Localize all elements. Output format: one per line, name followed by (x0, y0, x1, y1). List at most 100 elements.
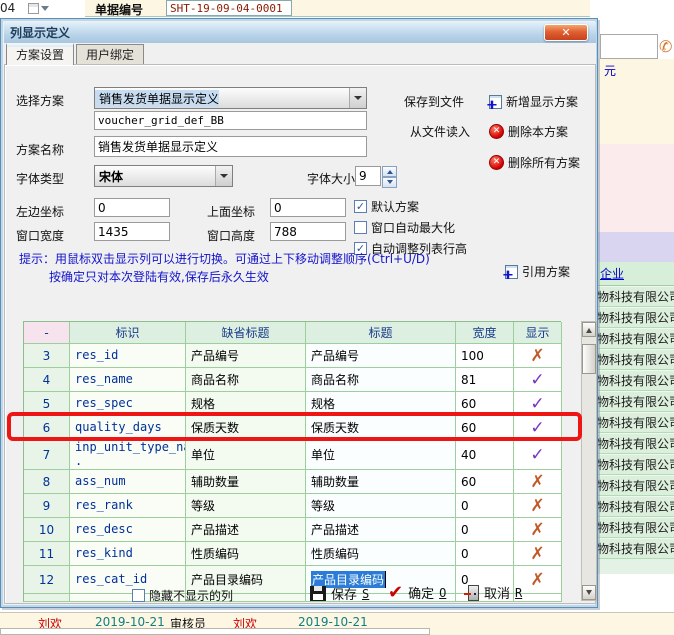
table-cell-rownum[interactable]: 6 (24, 416, 70, 440)
table-cell-title[interactable]: 规格 (306, 392, 456, 416)
font-size-input[interactable]: 9 (355, 166, 381, 186)
hidden-cross-icon[interactable]: ✗ (514, 542, 562, 566)
top-coord-input[interactable]: 0 (270, 198, 346, 217)
company-row[interactable]: 物科技有限公司 (597, 391, 674, 412)
table-header-5[interactable]: 显示 (514, 322, 562, 344)
grid-dropdown-icon[interactable] (28, 2, 52, 15)
table-cell-width[interactable]: 81 (456, 368, 514, 392)
save-to-file-link[interactable]: 保存到文件 (404, 93, 464, 110)
company-row[interactable]: 物科技有限公司 (597, 433, 674, 454)
table-cell-default-title[interactable]: 辅助数量 (186, 470, 306, 494)
font-type-dropdown[interactable]: 宋体 (94, 165, 233, 187)
window-width-input[interactable]: 1435 (94, 222, 170, 241)
table-cell-rownum[interactable]: 10 (24, 518, 70, 542)
table-header-2[interactable]: 缺省标题 (186, 322, 306, 344)
scroll-up-icon[interactable] (582, 322, 596, 337)
company-column-header[interactable]: 企业 (597, 262, 674, 286)
window-height-input[interactable]: 788 (270, 222, 346, 241)
table-cell-field-id[interactable]: res_kind (70, 542, 186, 566)
close-button[interactable]: ✕ (544, 24, 588, 41)
scrollbar-thumb[interactable] (582, 344, 596, 374)
shown-check-icon[interactable]: ✓ (514, 416, 562, 440)
table-cell-rownum[interactable]: 4 (24, 368, 70, 392)
table-scrollbar[interactable] (581, 321, 597, 601)
table-cell-width[interactable]: 40 (456, 440, 514, 470)
doc-no-field[interactable]: SHT-19-09-04-0001 (166, 0, 292, 16)
checkbox-default-scheme[interactable]: ✓ 默认方案 (354, 198, 419, 215)
table-cell-title[interactable]: 单位 (306, 440, 456, 470)
table-cell-title[interactable]: 性质编码 (306, 542, 456, 566)
company-row[interactable]: 物科技有限公司 (597, 538, 674, 559)
table-cell-field-id[interactable]: res_rank (70, 494, 186, 518)
delete-scheme-button[interactable]: 删除本方案 (489, 123, 568, 140)
table-cell-rownum[interactable]: 5 (24, 392, 70, 416)
table-cell-title[interactable]: 保质天数 (306, 416, 456, 440)
table-cell-rownum[interactable]: 3 (24, 344, 70, 368)
left-coord-input[interactable]: 0 (94, 198, 170, 217)
background-input[interactable] (600, 34, 658, 59)
company-row[interactable]: 物科技有限公司 (597, 370, 674, 391)
hidden-cross-icon[interactable]: ✗ (514, 518, 562, 542)
dialog-titlebar[interactable]: 列显示定义 ✕ (4, 22, 596, 43)
chevron-down-icon[interactable] (349, 88, 366, 108)
company-row[interactable]: 物科技有限公司 (597, 328, 674, 349)
table-cell-rownum[interactable]: 9 (24, 494, 70, 518)
tab-user-binding[interactable]: 用户绑定 (76, 44, 144, 65)
table-cell-field-id[interactable]: res_desc (70, 518, 186, 542)
company-row[interactable]: 物科技有限公司 (597, 307, 674, 328)
table-cell-title[interactable]: 辅助数量 (306, 470, 456, 494)
table-cell-width[interactable]: 60 (456, 470, 514, 494)
checkbox-auto-maximize[interactable]: 窗口自动最大化 (354, 219, 455, 236)
table-header-4[interactable]: 宽度 (456, 322, 514, 344)
hidden-cross-icon[interactable]: ✗ (514, 470, 562, 494)
company-row[interactable]: 物科技有限公司 (597, 496, 674, 517)
table-cell-width[interactable]: 0 (456, 518, 514, 542)
table-header-0[interactable]: - (24, 322, 70, 344)
table-cell-rownum[interactable]: 7 (24, 440, 70, 470)
read-from-file-link[interactable]: 从文件读入 (410, 123, 470, 140)
hide-hidden-columns-checkbox[interactable]: 隐藏不显示的列 (132, 587, 233, 604)
company-row[interactable]: 物科技有限公司 (597, 475, 674, 496)
table-cell-title[interactable]: 产品编号 (306, 344, 456, 368)
table-cell-title[interactable]: 商品名称 (306, 368, 456, 392)
scroll-down-icon[interactable] (582, 585, 596, 600)
save-button[interactable]: 保存 S (310, 584, 369, 603)
table-cell-width[interactable]: 0 (456, 542, 514, 566)
add-scheme-button[interactable]: 新增显示方案 (489, 93, 578, 110)
company-row[interactable]: 物科技有限公司 (597, 286, 674, 307)
company-row[interactable]: 物科技有限公司 (597, 454, 674, 475)
company-row[interactable]: 物科技有限公司 (597, 517, 674, 538)
table-cell-width[interactable]: 100 (456, 344, 514, 368)
table-cell-default-title[interactable]: 保质天数 (186, 416, 306, 440)
reference-scheme-button[interactable]: 引用方案 (505, 263, 570, 280)
table-cell-rownum[interactable]: 12 (24, 566, 70, 594)
table-cell-rownum[interactable]: 11 (24, 542, 70, 566)
spinner-down-icon[interactable] (382, 177, 397, 188)
hidden-cross-icon[interactable]: ✗ (514, 344, 562, 368)
table-cell-default-title[interactable]: 单位 (186, 440, 306, 470)
checkbox-icon[interactable] (354, 221, 367, 234)
table-cell-field-id[interactable]: res_id (70, 344, 186, 368)
company-row[interactable]: 物科技有限公司 (597, 349, 674, 370)
scheme-code-field[interactable]: voucher_grid_def_BB (94, 111, 367, 130)
table-cell-field-id[interactable]: quality_days (70, 416, 186, 440)
checkbox-icon[interactable] (132, 589, 145, 602)
scheme-select-dropdown[interactable]: 销售发货单据显示定义 (94, 87, 367, 109)
cancel-button[interactable]: 取消 R (468, 583, 522, 602)
table-cell-default-title[interactable]: 性质编码 (186, 542, 306, 566)
table-cell-default-title[interactable]: 产品编号 (186, 344, 306, 368)
shown-check-icon[interactable]: ✓ (514, 440, 562, 470)
shown-check-icon[interactable]: ✓ (514, 392, 562, 416)
table-header-3[interactable]: 标题 (306, 322, 456, 344)
table-cell-default-title[interactable]: 商品名称 (186, 368, 306, 392)
table-cell-width[interactable]: 0 (456, 494, 514, 518)
table-cell-width[interactable]: 60 (456, 392, 514, 416)
checkbox-icon[interactable]: ✓ (354, 200, 367, 213)
table-cell-title[interactable]: 产品描述 (306, 518, 456, 542)
table-cell-field-id[interactable]: res_spec (70, 392, 186, 416)
table-cell-field-id[interactable]: ass_num (70, 470, 186, 494)
table-cell-default-title[interactable]: 等级 (186, 494, 306, 518)
company-row[interactable]: 物科技有限公司 (597, 412, 674, 433)
table-header-1[interactable]: 标识 (70, 322, 186, 344)
table-cell-default-title[interactable]: 规格 (186, 392, 306, 416)
